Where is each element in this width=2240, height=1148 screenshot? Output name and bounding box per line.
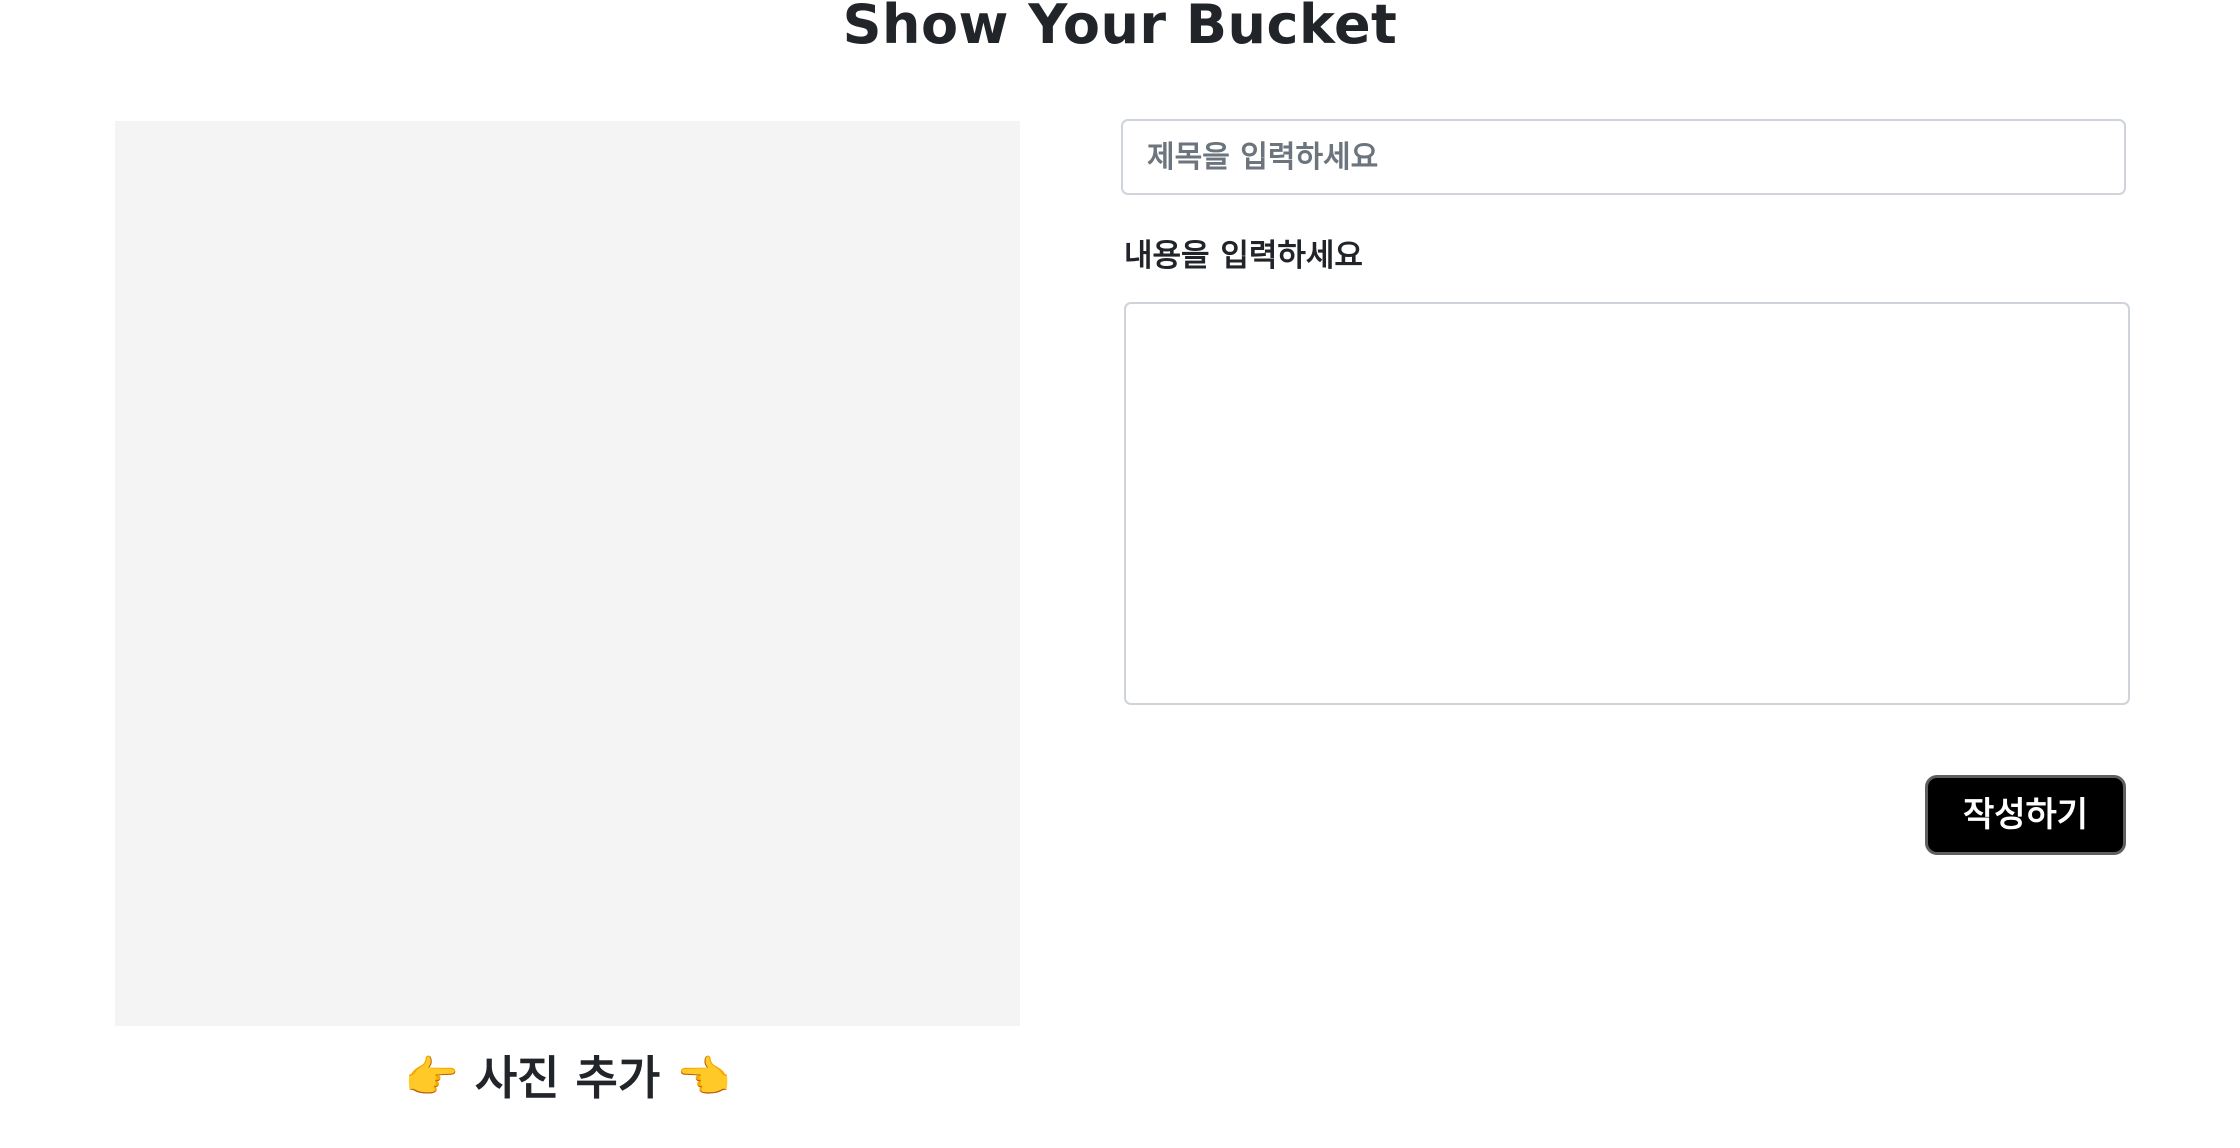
submit-button[interactable]: 작성하기 (1925, 775, 2126, 855)
content-textarea[interactable] (1124, 302, 2130, 705)
add-photo-label: 사진 추가 (474, 1051, 661, 1105)
content-label: 내용을 입력하세요 (1124, 238, 1363, 274)
title-input[interactable] (1121, 119, 2126, 195)
point-left-icon: 👈 (676, 1052, 731, 1103)
page-title: Show Your Bucket (842, 0, 1398, 56)
write-page: Show Your Bucket 👉 사진 추가 👈 내용을 입력하세요 작성하… (0, 0, 2240, 1148)
photo-preview-area[interactable] (115, 121, 1020, 1026)
point-right-icon: 👉 (404, 1052, 459, 1103)
add-photo-button[interactable]: 👉 사진 추가 👈 (115, 1046, 1020, 1110)
